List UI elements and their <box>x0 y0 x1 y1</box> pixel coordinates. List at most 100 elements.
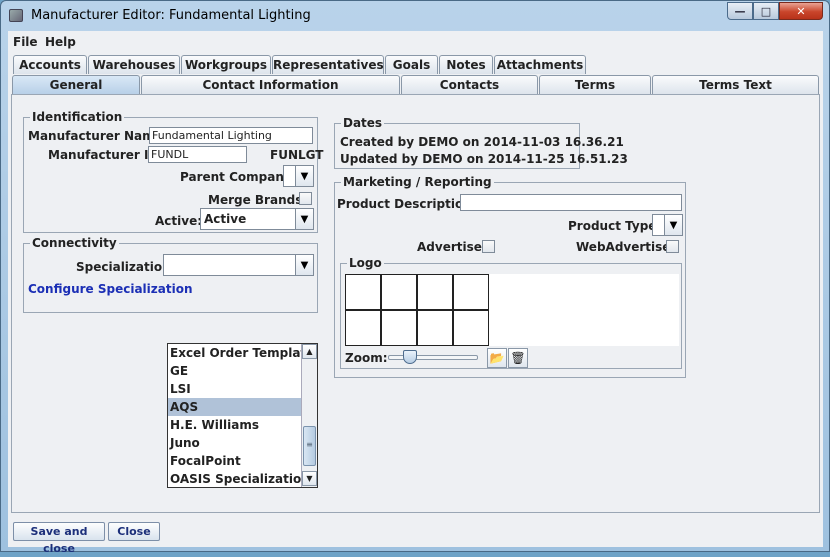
configure-specialization-link[interactable]: Configure Specialization <box>28 282 193 296</box>
menu-bar: File Help <box>8 31 823 53</box>
dropdown-scrollbar[interactable]: ▲ ≡ ▼ <box>301 344 317 487</box>
chevron-down-icon[interactable]: ▼ <box>295 255 313 275</box>
scroll-up-button[interactable]: ▲ <box>302 344 317 359</box>
marketing-group: Marketing / Reporting Product Descriptio… <box>334 175 686 378</box>
close-button[interactable]: Close <box>108 522 160 541</box>
open-image-button[interactable]: 📂 <box>487 348 507 368</box>
minimize-button[interactable]: — <box>727 2 753 20</box>
connectivity-group: Connectivity Specialization: ▼ Configure… <box>23 236 318 313</box>
menu-help[interactable]: Help <box>45 35 76 49</box>
active-select[interactable]: Active ▼ <box>200 208 314 230</box>
zoom-slider[interactable] <box>388 355 478 360</box>
specialization-select[interactable]: ▼ <box>163 254 314 276</box>
tab-row-lower: General Contact Information Contacts Ter… <box>8 75 823 94</box>
specialization-option[interactable]: Juno <box>168 434 301 452</box>
marketing-legend: Marketing / Reporting <box>341 175 494 189</box>
specialization-option[interactable]: GE <box>168 362 301 380</box>
identification-group: Identification Manufacturer Name: Fundam… <box>23 110 323 233</box>
logo-image-area[interactable] <box>345 274 679 346</box>
zoom-label: Zoom: <box>345 351 388 365</box>
menu-file[interactable]: File <box>13 35 38 49</box>
parent-company-select[interactable]: ▼ <box>283 165 314 187</box>
zoom-slider-handle[interactable] <box>403 350 418 364</box>
logo-legend: Logo <box>347 256 384 270</box>
active-label: Active: <box>155 214 203 228</box>
delete-image-button[interactable]: 🗑 <box>508 348 528 368</box>
manufacturer-id-field[interactable]: FUNDL <box>148 146 247 163</box>
logo-grid-cell <box>453 310 489 346</box>
merge-brands-checkbox[interactable] <box>299 192 312 205</box>
dates-group: Dates Created by DEMO on 2014-11-03 16.3… <box>334 116 628 169</box>
window-title: Manufacturer Editor: Fundamental Lightin… <box>31 8 311 23</box>
tab-notes[interactable]: Notes <box>439 55 493 74</box>
merge-brands-label: Merge Brands: <box>208 193 308 207</box>
logo-grid-cell <box>345 274 381 310</box>
tab-representatives[interactable]: Representatives <box>272 55 384 74</box>
chevron-up-icon: ▲ <box>306 347 313 356</box>
advertise-checkbox[interactable] <box>482 240 495 253</box>
logo-grid-cell <box>417 274 453 310</box>
tab-workgroups[interactable]: Workgroups <box>181 55 271 74</box>
scroll-down-button[interactable]: ▼ <box>302 471 317 486</box>
webadvertise-checkbox[interactable] <box>666 240 679 253</box>
tab-contact-information[interactable]: Contact Information <box>141 75 400 94</box>
dates-legend: Dates <box>341 116 385 130</box>
parent-company-label: Parent Company: <box>180 170 297 184</box>
app-icon <box>9 9 23 22</box>
specialization-label: Specialization: <box>76 260 176 274</box>
logo-group: Logo Zoom: 📂 🗑 <box>340 256 682 369</box>
trash-icon: 🗑 <box>510 351 526 365</box>
manufacturer-name-label: Manufacturer Name: <box>28 129 168 143</box>
tab-terms[interactable]: Terms <box>539 75 651 94</box>
specialization-option[interactable]: OASIS Specialization <box>168 470 301 488</box>
product-type-select[interactable]: ▼ <box>652 214 683 236</box>
specialization-option[interactable]: H.E. Williams <box>168 416 301 434</box>
manufacturer-editor-window: Manufacturer Editor: Fundamental Lightin… <box>0 0 830 555</box>
specialization-option[interactable]: Excel Order Template <box>168 344 301 362</box>
specialization-option[interactable]: AQS <box>168 398 301 416</box>
tab-warehouses[interactable]: Warehouses <box>88 55 180 74</box>
logo-grid-cell <box>381 274 417 310</box>
maximize-icon: □ <box>760 4 772 18</box>
scroll-thumb[interactable]: ≡ <box>303 426 316 466</box>
bottom-button-bar: Save and close Close <box>11 518 820 555</box>
product-type-label: Product Type: <box>568 219 662 233</box>
logo-grid-cell <box>345 310 381 346</box>
identification-legend: Identification <box>30 110 125 124</box>
specialization-dropdown-list[interactable]: OASIS Specialization FocalPoint Juno H.E. W… <box>167 343 318 488</box>
manufacturer-code: FUNLGT <box>270 148 324 162</box>
specialization-option[interactable]: FocalPoint <box>168 452 301 470</box>
close-icon: ✕ <box>796 4 806 18</box>
chevron-down-icon: ▼ <box>306 474 313 483</box>
connectivity-legend: Connectivity <box>30 236 119 250</box>
chevron-down-icon[interactable]: ▼ <box>295 209 313 229</box>
tab-accounts[interactable]: Accounts <box>13 55 87 74</box>
save-and-close-button[interactable]: Save and close <box>13 522 105 555</box>
maximize-button[interactable]: □ <box>753 2 779 20</box>
window-controls: — □ ✕ <box>727 2 823 20</box>
tab-attachments[interactable]: Attachments <box>494 55 586 74</box>
close-window-button[interactable]: ✕ <box>779 2 823 20</box>
tab-row-upper: Accounts Warehouses Workgroups Represent… <box>8 55 823 74</box>
tab-goals[interactable]: Goals <box>385 55 438 74</box>
general-tab-panel: Identification Manufacturer Name: Fundam… <box>11 94 820 513</box>
tab-general[interactable]: General <box>12 75 140 94</box>
product-description-label: Product Description: <box>337 197 477 211</box>
minimize-icon: — <box>734 4 746 18</box>
webadvertise-label: WebAdvertise: <box>576 240 676 254</box>
logo-grid-cell <box>381 310 417 346</box>
logo-grid-cell <box>417 310 453 346</box>
product-description-field[interactable] <box>460 194 682 211</box>
folder-open-icon: 📂 <box>489 351 505 365</box>
tab-terms-text[interactable]: Terms Text <box>652 75 819 94</box>
manufacturer-id-label: Manufacturer ID: <box>48 148 164 162</box>
window-client: File Help Accounts Warehouses Workgroups… <box>8 31 823 555</box>
advertise-label: Advertise: <box>417 240 487 254</box>
title-bar[interactable]: Manufacturer Editor: Fundamental Lightin… <box>1 1 829 31</box>
manufacturer-name-field[interactable]: Fundamental Lighting <box>149 127 313 144</box>
chevron-down-icon[interactable]: ▼ <box>664 215 682 235</box>
tab-contacts[interactable]: Contacts <box>401 75 538 94</box>
chevron-down-icon[interactable]: ▼ <box>295 166 313 186</box>
specialization-option[interactable]: LSI <box>168 380 301 398</box>
updated-info: Updated by DEMO on 2014-11-25 16.51.23 <box>340 152 628 166</box>
